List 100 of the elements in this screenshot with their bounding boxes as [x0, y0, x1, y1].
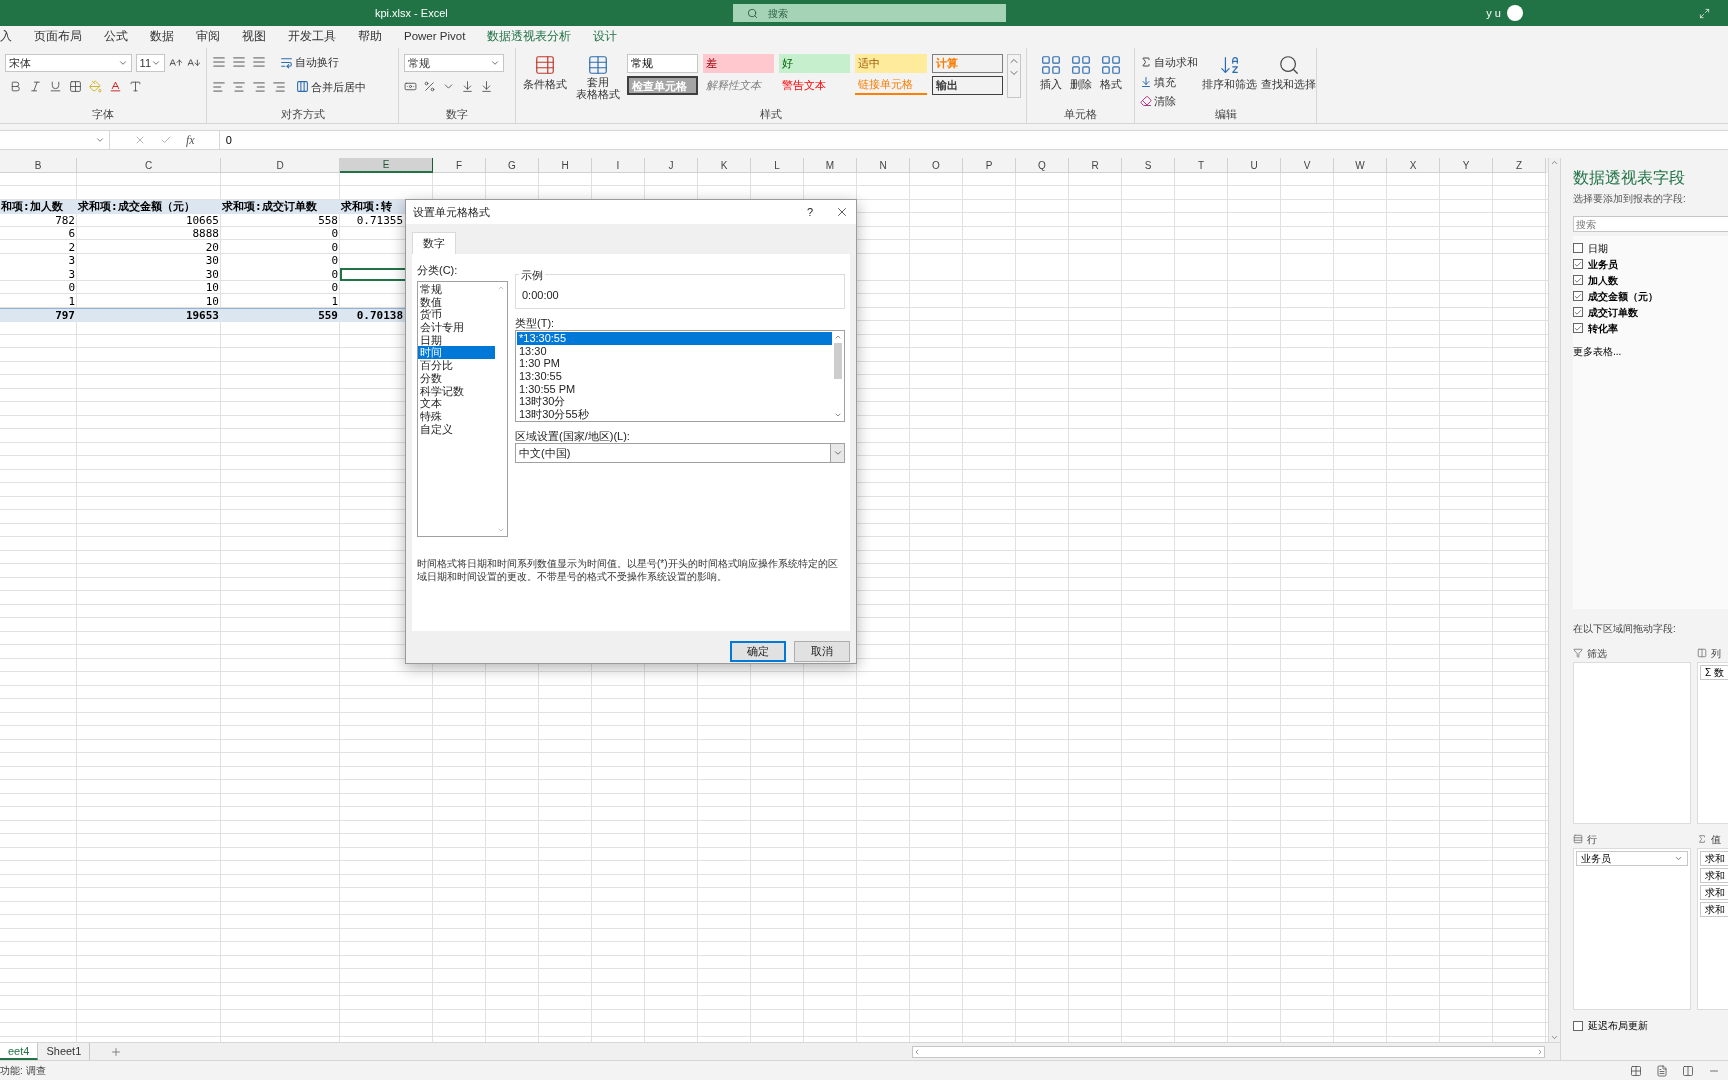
type-item[interactable]: 13:30 — [517, 344, 832, 358]
align-center-icon[interactable] — [232, 79, 246, 94]
insert-function-button[interactable]: fx — [186, 131, 195, 149]
horizontal-scrollbar[interactable] — [912, 1045, 1545, 1058]
cells-button[interactable]: 格式 — [1099, 54, 1122, 93]
ribbon-tab[interactable]: 视图 — [242, 28, 266, 46]
add-sheet-icon[interactable] — [110, 1045, 123, 1058]
font-color-icon[interactable] — [109, 80, 122, 93]
arrow-down-icon[interactable] — [1140, 75, 1152, 88]
ribbon-tab[interactable]: 帮助 — [358, 28, 382, 46]
scroll-down-icon[interactable] — [1550, 1033, 1559, 1042]
clear-button[interactable]: 清除 — [1140, 93, 1198, 110]
percent-icon[interactable] — [423, 80, 436, 93]
search-icon[interactable] — [1277, 54, 1300, 76]
ribbon-tab[interactable]: 入 — [0, 28, 12, 46]
align-right-icon[interactable] — [252, 79, 266, 94]
merge-center-button[interactable]: 合并后居中 — [296, 78, 366, 95]
type-item[interactable]: 13时30分 — [517, 395, 832, 409]
table-format-button[interactable]: 套用 表格格式 — [573, 54, 623, 107]
scrollbar-thumb[interactable] — [834, 343, 842, 379]
dialog-button[interactable]: 确定 — [730, 641, 786, 662]
scroll-right-icon[interactable] — [1536, 1047, 1544, 1056]
conditional-format-button[interactable]: 条件格式 — [521, 54, 570, 107]
ribbon-tab[interactable]: Power Pivot — [404, 28, 466, 46]
align-left-icon[interactable] — [212, 79, 226, 94]
ribbon-tab[interactable]: 页面布局 — [34, 28, 82, 46]
cells-button[interactable]: 插入 — [1039, 54, 1062, 93]
table-icon[interactable] — [587, 54, 610, 76]
type-item[interactable]: 1:30 PM — [517, 357, 832, 371]
category-item[interactable]: 常规 — [418, 283, 495, 296]
autosum-button[interactable]: 自动求和 — [1140, 54, 1198, 71]
underline-icon[interactable] — [49, 80, 62, 93]
search-field[interactable]: 搜索 — [733, 4, 1006, 22]
bold-icon[interactable] — [9, 80, 22, 93]
type-item[interactable]: 13:30:55 — [517, 370, 832, 383]
type-item[interactable]: 1:30:55 PM — [517, 382, 832, 396]
category-item[interactable]: 时间 — [418, 346, 495, 360]
category-item[interactable]: 文本 — [418, 397, 495, 410]
normal-view-icon[interactable] — [1630, 1064, 1642, 1077]
ribbon-tab[interactable]: 审阅 — [196, 28, 220, 46]
border-icon[interactable] — [69, 80, 82, 93]
sigma-icon[interactable] — [1140, 56, 1152, 69]
font-name-dropdown[interactable]: 宋体 — [5, 54, 132, 72]
ribbon-tab[interactable]: 数据透视表分析 — [487, 28, 572, 46]
avatar-icon[interactable] — [1507, 5, 1523, 21]
field-checkbox[interactable] — [1573, 307, 1583, 317]
cell-style[interactable]: 解释性文本 — [702, 76, 775, 95]
cancel-icon[interactable] — [134, 134, 146, 146]
vertical-scrollbar[interactable] — [1548, 158, 1560, 1042]
area-field[interactable]: Σ 数 — [1700, 665, 1728, 680]
number-format-dropdown[interactable]: 常规 — [404, 54, 504, 72]
category-item[interactable]: 自定义 — [418, 422, 495, 436]
currency-icon[interactable] — [404, 80, 417, 93]
field-checkbox[interactable] — [1573, 323, 1583, 333]
merge-cells-icon[interactable] — [296, 80, 309, 94]
defer-checkbox[interactable] — [1573, 1020, 1583, 1031]
area-field[interactable]: 业务员 — [1576, 851, 1688, 866]
align-bottom-icon[interactable] — [252, 55, 266, 70]
phonetic-icon[interactable] — [129, 80, 142, 93]
scroll-left-icon[interactable] — [913, 1047, 921, 1056]
category-item[interactable]: 分数 — [418, 371, 495, 385]
fill-button[interactable]: 填充 — [1140, 73, 1198, 90]
drop-area[interactable]: 求和 求和 求和 求和 — [1697, 848, 1728, 1010]
sort-filter-button[interactable]: 排序和筛选 — [1202, 54, 1257, 110]
grid-icon[interactable] — [1069, 54, 1092, 76]
field-checkbox[interactable] — [1573, 259, 1583, 269]
category-item[interactable]: 科学记数 — [418, 384, 495, 398]
column-header[interactable]: E — [340, 158, 433, 173]
field-checkbox[interactable] — [1573, 275, 1583, 285]
dialog-tab[interactable]: 数字 — [412, 232, 456, 254]
ribbon-tab[interactable]: 设计 — [593, 28, 618, 46]
area-field[interactable]: 求和 — [1700, 885, 1728, 900]
category-item[interactable]: 特殊 — [418, 409, 495, 423]
cell-style[interactable]: 适中 — [855, 54, 927, 73]
type-item[interactable]: 13时30分55秒 — [517, 408, 832, 421]
wrap-text-icon[interactable] — [280, 55, 293, 69]
category-item[interactable]: 数值 — [418, 295, 495, 309]
search-field[interactable]: 搜索 — [1573, 216, 1728, 232]
area-field[interactable]: 求和 — [1700, 902, 1728, 917]
field-checkbox[interactable] — [1573, 243, 1583, 253]
more-tables-link[interactable]: 更多表格... — [1573, 344, 1728, 359]
grid-icon[interactable] — [1099, 54, 1122, 76]
drop-area[interactable]: 业务员 — [1573, 848, 1691, 1010]
area-field[interactable]: 求和 — [1700, 868, 1728, 883]
align-middle-icon[interactable] — [232, 55, 246, 70]
wrap-text-button[interactable]: 自动换行 — [280, 54, 339, 71]
ribbon-tab[interactable]: 数据 — [150, 28, 174, 46]
fill-color-icon[interactable] — [89, 80, 102, 93]
category-list[interactable]: 常规 数值 货币 会计专用 日期 时间 百分比 分数 科学记数 文本 特殊 自定义 — [417, 281, 508, 537]
type-list[interactable]: *13:30:55 13:30 1:30 PM 13:30:55 1:30:55 PM 13时30分 13时30分55秒 — [515, 330, 845, 422]
category-item[interactable]: 会计专用 — [418, 321, 495, 334]
ribbon-display-icon[interactable] — [1699, 7, 1710, 19]
category-item[interactable]: 货币 — [418, 308, 495, 322]
cell-style[interactable]: 常规 — [626, 54, 698, 73]
ribbon-tab[interactable]: 公式 — [104, 28, 128, 46]
sort-icon[interactable] — [1218, 54, 1241, 76]
scroll-up-icon[interactable] — [1550, 158, 1559, 167]
cell-style[interactable]: 警告文本 — [779, 76, 851, 95]
search-icon[interactable] — [747, 7, 758, 19]
ribbon-tab[interactable]: 开发工具 — [288, 28, 336, 46]
